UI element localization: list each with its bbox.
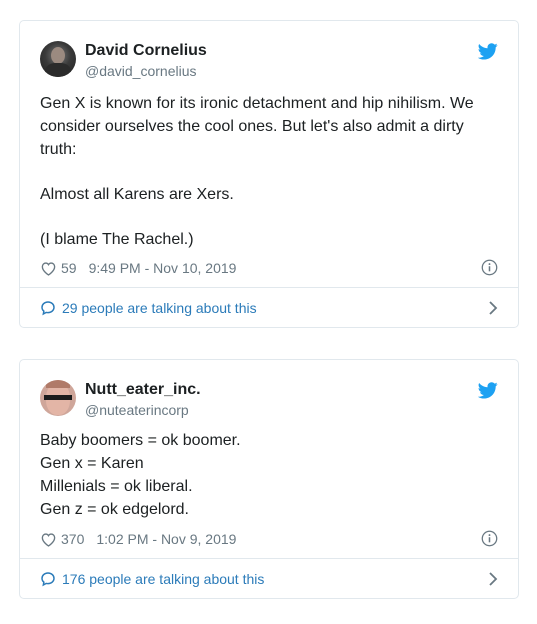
- like-count[interactable]: 59: [61, 260, 77, 276]
- speech-bubble-icon: [41, 300, 55, 315]
- twitter-bird-icon[interactable]: [478, 382, 498, 399]
- tweet-paragraph: Gen X is known for its ironic detachment…: [40, 95, 474, 158]
- twitter-bird-icon[interactable]: [478, 43, 498, 60]
- tweet-card: David Cornelius @david_cornelius Gen X i…: [19, 20, 519, 328]
- avatar[interactable]: [40, 380, 76, 416]
- tweet-line: Millenials = ok liberal.: [40, 478, 193, 495]
- tweet-meta: 59 9:49 PM - Nov 10, 2019: [40, 258, 498, 278]
- speech-bubble-icon: [41, 571, 55, 586]
- chevron-right-icon: [489, 572, 498, 586]
- tweet-meta: 370 1:02 PM - Nov 9, 2019: [40, 529, 498, 549]
- heart-icon[interactable]: [40, 532, 57, 547]
- avatar-body: [45, 63, 71, 77]
- info-icon[interactable]: [481, 530, 498, 547]
- tweet-header: David Cornelius @david_cornelius: [20, 21, 518, 91]
- author-name[interactable]: David Cornelius: [85, 42, 207, 60]
- tweet-timestamp[interactable]: 1:02 PM - Nov 9, 2019: [96, 531, 236, 547]
- tweet-paragraph: Almost all Karens are Xers.: [40, 186, 234, 203]
- tweet-header: Nutt_eater_inc. @nuteaterincorp: [20, 360, 518, 430]
- info-icon[interactable]: [481, 259, 498, 276]
- tweet-line: Baby boomers = ok boomer.: [40, 432, 241, 449]
- tweet-card: Nutt_eater_inc. @nuteaterincorp Baby boo…: [19, 359, 519, 599]
- like-count[interactable]: 370: [61, 531, 84, 547]
- tweet-paragraph: (I blame The Rachel.): [40, 231, 194, 248]
- conversation-link[interactable]: 29 people are talking about this: [20, 287, 518, 327]
- author-name[interactable]: Nutt_eater_inc.: [85, 381, 201, 399]
- conversation-label: 29 people are talking about this: [62, 299, 257, 316]
- chevron-right-icon: [489, 301, 498, 315]
- tweet-text: Gen X is known for its ironic detachment…: [40, 92, 498, 251]
- heart-icon[interactable]: [40, 261, 57, 276]
- tweet-timestamp[interactable]: 9:49 PM - Nov 10, 2019: [89, 260, 237, 276]
- tweet-line: Gen z = ok edgelord.: [40, 501, 189, 518]
- author-handle[interactable]: @nuteaterincorp: [85, 402, 189, 418]
- avatar-eye-bar: [44, 395, 72, 400]
- avatar-hair: [46, 380, 70, 388]
- conversation-link[interactable]: 176 people are talking about this: [20, 558, 518, 598]
- tweet-line: Gen x = Karen: [40, 455, 144, 472]
- author-handle[interactable]: @david_cornelius: [85, 63, 197, 79]
- avatar[interactable]: [40, 41, 76, 77]
- tweet-text: Baby boomers = ok boomer. Gen x = Karen …: [40, 429, 498, 521]
- conversation-label: 176 people are talking about this: [62, 570, 265, 587]
- avatar-face: [51, 47, 65, 64]
